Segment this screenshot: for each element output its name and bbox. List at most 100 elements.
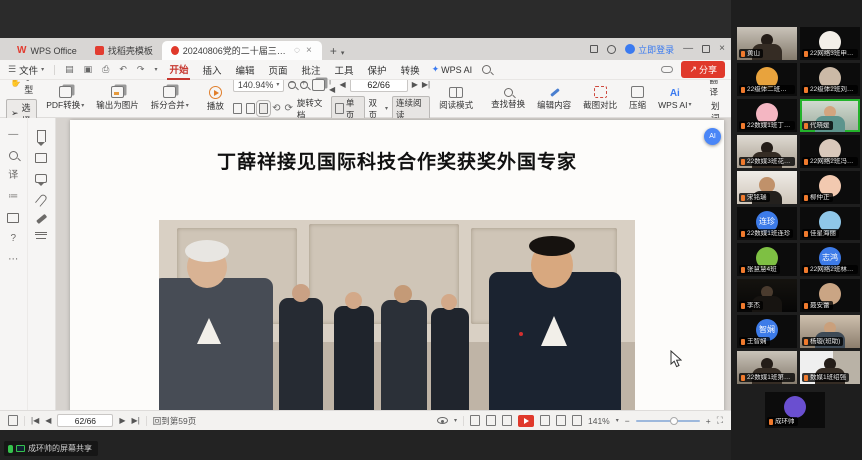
help-icon[interactable]: ?: [10, 234, 16, 244]
new-tab-button[interactable]: +: [322, 44, 341, 60]
close-window-button[interactable]: ×: [719, 44, 725, 54]
zoom-in-icon[interactable]: +: [300, 81, 308, 89]
search-icon[interactable]: [482, 65, 491, 74]
play-slideshow-button[interactable]: 播放: [204, 85, 227, 113]
participant-tile[interactable]: 智娴王智娴: [737, 315, 797, 348]
status-play-button[interactable]: [518, 415, 534, 427]
status-page-input[interactable]: 62/66: [57, 414, 113, 427]
zoom-slider[interactable]: [636, 420, 700, 422]
participant-tile[interactable]: 聂安蕾: [800, 279, 860, 312]
participant-tile[interactable]: 22数媒1班丁香玲: [737, 99, 797, 132]
double-page-button[interactable]: 双页▾: [369, 97, 388, 121]
status-fit-width-icon[interactable]: [556, 415, 566, 426]
last-page-button[interactable]: ▶|: [422, 80, 430, 89]
eye-protect-icon[interactable]: [437, 417, 448, 424]
compress-button[interactable]: 压缩: [626, 85, 649, 112]
participant-tile[interactable]: 22数媒3班花荟怡: [737, 135, 797, 168]
menu-protect[interactable]: 保护: [366, 61, 389, 79]
zoom-plus-button[interactable]: +: [706, 416, 711, 426]
participant-tile[interactable]: 成环帅: [765, 392, 825, 428]
participant-tile[interactable]: 李杰: [737, 279, 797, 312]
rotate-right-icon[interactable]: ⟳: [284, 104, 292, 114]
zoom-minus-button[interactable]: −: [625, 416, 630, 426]
page-organize-icon[interactable]: [312, 79, 325, 91]
adjust-icon[interactable]: ≔: [8, 192, 18, 202]
fit-page-icon[interactable]: [259, 103, 268, 114]
bookmark-icon[interactable]: [37, 130, 46, 142]
participant-tile[interactable]: 杨璇(班助): [800, 315, 860, 348]
restore-button[interactable]: [702, 45, 710, 53]
participant-tile[interactable]: 佳星海丽: [800, 207, 860, 240]
participant-tile[interactable]: 张慧慧4班: [737, 243, 797, 276]
read-mode-button[interactable]: 阅读模式: [436, 86, 476, 112]
status-fit-page-icon[interactable]: [540, 415, 550, 426]
layers-icon[interactable]: [35, 232, 47, 235]
prev-page-button[interactable]: ◀: [340, 80, 346, 89]
snapshot-icon[interactable]: [7, 213, 19, 223]
fit-width-icon[interactable]: [246, 103, 255, 114]
more-icon[interactable]: ⋯: [8, 255, 18, 265]
tab-docer-templates[interactable]: 找稻壳模板: [86, 41, 162, 60]
screenshot-compare-button[interactable]: 截图对比: [580, 85, 620, 112]
status-first-page[interactable]: |◀: [31, 416, 39, 425]
participant-tile[interactable]: 22级体2班刘文静: [800, 63, 860, 96]
zoom-slider-knob[interactable]: [670, 417, 678, 425]
panel-toggle-icon[interactable]: [8, 415, 18, 426]
globe-icon[interactable]: [607, 45, 616, 54]
signature-icon[interactable]: [36, 214, 47, 224]
participant-tile[interactable]: 22网络2班冯思艳: [800, 135, 860, 168]
next-page-button[interactable]: ▶: [412, 80, 418, 89]
participant-tile[interactable]: 数媒1班绍强: [800, 351, 860, 384]
find-replace-button[interactable]: 查找替换: [488, 87, 528, 111]
status-prev-page[interactable]: ◀: [45, 416, 51, 425]
status-next-page[interactable]: ▶: [119, 416, 125, 425]
wps-ai-button[interactable]: Ai WPS AI▾: [655, 87, 694, 111]
menu-convert[interactable]: 转换: [399, 61, 422, 79]
participant-tile[interactable]: 22网络3班申智城: [800, 27, 860, 60]
translate-tool-icon[interactable]: 译: [8, 171, 18, 181]
login-button[interactable]: 立即登录: [625, 43, 674, 56]
participant-tile[interactable]: 志鸿22网络2班林志鸿: [800, 243, 860, 276]
layout-icon[interactable]: [590, 45, 598, 53]
menu-home[interactable]: 开始: [167, 60, 190, 80]
collapse-icon[interactable]: —: [8, 130, 18, 140]
sidebar-search-icon[interactable]: [9, 151, 18, 160]
edit-content-button[interactable]: 编辑内容: [534, 85, 574, 112]
split-merge-button[interactable]: 拆分合并▾: [148, 85, 192, 112]
participant-tile[interactable]: 连珍22数媒1班连珍: [737, 207, 797, 240]
participant-tile[interactable]: 宋铭瑞: [737, 171, 797, 204]
status-single-page-icon[interactable]: [486, 415, 496, 426]
menu-page[interactable]: 页面: [267, 61, 290, 79]
menu-comment[interactable]: 批注: [300, 61, 323, 79]
tab-list-chevron-icon[interactable]: ▾: [341, 49, 345, 60]
menu-wps-ai[interactable]: ✦ WPS AI: [432, 64, 473, 75]
participant-tile[interactable]: 黄山: [737, 27, 797, 60]
document-viewport[interactable]: 丁薛祥接见国际科技合作奖获奖外国专家: [56, 118, 731, 410]
file-menu[interactable]: ☰ 文件 ▾: [8, 63, 44, 77]
print-icon[interactable]: ⎙: [102, 64, 109, 75]
open-icon[interactable]: ▤: [65, 64, 74, 75]
redo-icon[interactable]: ↷: [137, 64, 145, 75]
share-button[interactable]: ↗ 分享: [681, 61, 725, 78]
tab-wps-office[interactable]: W WPS Office: [8, 41, 86, 60]
menu-tools[interactable]: 工具: [333, 61, 356, 79]
status-double-page-icon[interactable]: [502, 415, 512, 426]
participant-tile[interactable]: 22级体二班陈思嘉: [737, 63, 797, 96]
comment-icon[interactable]: [35, 174, 47, 183]
menu-edit[interactable]: 编辑: [233, 61, 256, 79]
fullscreen-icon[interactable]: ⛶: [717, 415, 723, 426]
actual-size-icon[interactable]: [233, 103, 242, 114]
comment-bubble-icon[interactable]: ◌: [293, 45, 301, 56]
status-zoom-value[interactable]: 141%: [588, 416, 610, 426]
save-icon[interactable]: ▣: [84, 64, 93, 75]
minimize-button[interactable]: —: [683, 44, 693, 54]
tab-document[interactable]: 20240806党的二十届三中全… ◌ ×: [162, 41, 322, 60]
close-tab-icon[interactable]: ×: [305, 45, 313, 56]
export-image-button[interactable]: 输出为图片: [93, 85, 142, 112]
participant-tile[interactable]: 22数媒1班第2组: [737, 351, 797, 384]
status-fit-height-icon[interactable]: [572, 415, 582, 426]
undo-icon[interactable]: ↶: [119, 64, 127, 75]
more-chevron-icon[interactable]: ▾: [154, 66, 157, 73]
zoom-out-icon[interactable]: −: [288, 81, 296, 89]
rotate-left-icon[interactable]: ⟲: [272, 104, 280, 114]
